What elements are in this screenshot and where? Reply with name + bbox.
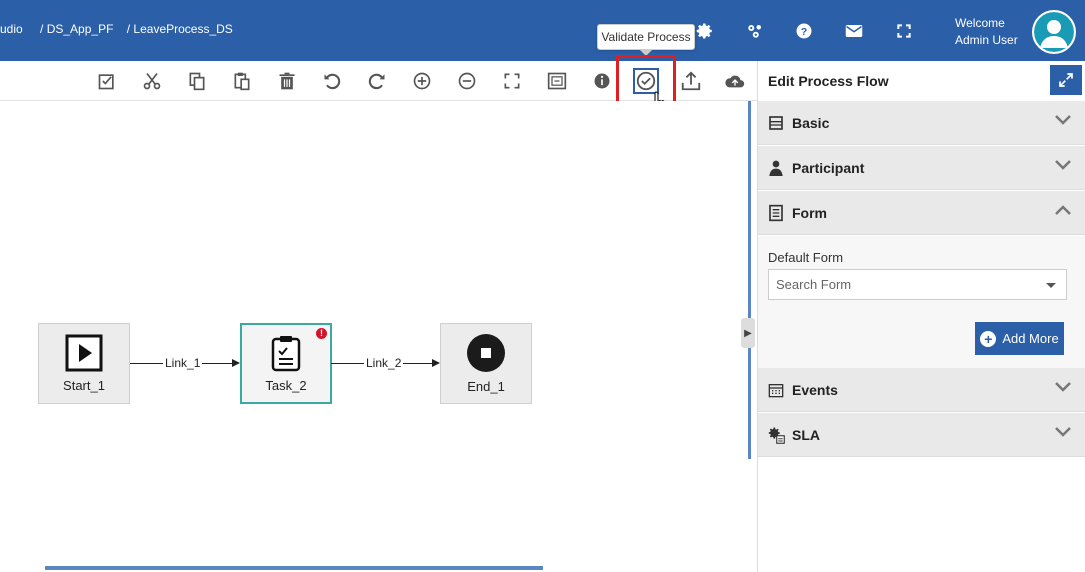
validate-tooltip: Validate Process (597, 24, 695, 50)
gear-icon[interactable] (695, 21, 715, 41)
breadcrumb: udio / DS_App_PF / LeaveProcess_DS (0, 22, 237, 36)
paste-icon[interactable] (229, 68, 255, 94)
delete-icon[interactable] (274, 68, 300, 94)
chevron-down-icon (1054, 158, 1072, 176)
zoom-in-icon[interactable] (409, 68, 435, 94)
breadcrumb-item-process[interactable]: / LeaveProcess_DS (127, 22, 233, 36)
fit-screen-icon[interactable] (499, 68, 525, 94)
edit-process-panel: Edit Process Flow Basic Participant Form… (757, 61, 1085, 572)
mail-icon[interactable] (844, 21, 864, 41)
expand-panel-button[interactable] (1050, 65, 1082, 95)
section-title: Events (792, 381, 838, 398)
select-all-icon[interactable] (94, 68, 120, 94)
upload-icon[interactable] (678, 68, 704, 94)
stop-icon (467, 334, 505, 372)
node-label: End_1 (467, 379, 505, 394)
section-basic[interactable]: Basic (758, 101, 1085, 145)
chevron-up-icon (1054, 203, 1072, 221)
section-title: Participant (792, 159, 865, 176)
play-icon (65, 334, 103, 372)
cut-icon[interactable] (139, 68, 165, 94)
welcome-label: Welcome (955, 16, 1005, 30)
cloud-icon[interactable] (722, 68, 748, 94)
section-events[interactable]: Events (758, 368, 1085, 412)
section-sla[interactable]: SLA (758, 413, 1085, 457)
sla-gear-icon (766, 425, 786, 445)
app-header: udio / DS_App_PF / LeaveProcess_DS ? Wel… (0, 0, 1085, 61)
search-form-select[interactable]: Search Form (768, 269, 1067, 300)
info-icon[interactable] (589, 68, 615, 94)
chevron-down-icon (1054, 425, 1072, 443)
panel-splitter[interactable] (748, 101, 751, 459)
undo-icon[interactable] (319, 68, 345, 94)
diagram-canvas[interactable]: Start_1 Link_1 Task_2 ! Link_2 End_1 (0, 101, 750, 572)
chevron-down-icon (1054, 113, 1072, 131)
link-label: Link_2 (364, 356, 404, 370)
section-participant[interactable]: Participant (758, 146, 1085, 190)
form-icon (766, 203, 786, 223)
section-title: SLA (792, 426, 820, 443)
overview-icon[interactable] (544, 68, 570, 94)
redo-icon[interactable] (364, 68, 390, 94)
horizontal-scrollbar[interactable] (45, 566, 543, 570)
calendar-icon (766, 380, 786, 400)
panel-title: Edit Process Flow (768, 73, 889, 89)
expand-icon (1059, 73, 1073, 87)
node-label: Task_2 (265, 378, 307, 393)
settings-cluster-icon[interactable] (745, 21, 765, 41)
chevron-down-icon (1054, 380, 1072, 398)
fullscreen-icon[interactable] (894, 21, 914, 41)
warning-icon[interactable]: ! (316, 328, 327, 339)
section-title: Basic (792, 114, 830, 131)
add-more-button[interactable]: + Add More (975, 322, 1064, 355)
breadcrumb-item-studio[interactable]: udio (0, 22, 23, 36)
link-arrowhead (232, 359, 240, 367)
link-arrowhead (432, 359, 440, 367)
add-more-label: Add More (1002, 331, 1059, 346)
link-label: Link_1 (163, 356, 203, 370)
task-clipboard-icon (271, 336, 301, 372)
participant-icon (766, 158, 786, 178)
avatar[interactable] (1032, 10, 1076, 54)
breadcrumb-item-app[interactable]: / DS_App_PF (40, 22, 113, 36)
search-form-placeholder: Search Form (776, 277, 852, 292)
collapse-panel-handle[interactable]: ▶ (741, 318, 755, 348)
task-node[interactable]: Task_2 ! (240, 323, 332, 404)
copy-icon[interactable] (184, 68, 210, 94)
section-form[interactable]: Form (758, 191, 1085, 235)
welcome-text: Welcome Admin User (955, 15, 1018, 49)
plus-circle-icon: + (980, 330, 997, 347)
caret-down-icon (1046, 283, 1056, 288)
help-icon[interactable]: ? (794, 21, 814, 41)
user-name: Admin User (955, 33, 1018, 47)
node-label: Start_1 (63, 378, 105, 393)
form-section-body: Default Form Search Form + Add More (758, 236, 1085, 368)
zoom-out-icon[interactable] (454, 68, 480, 94)
start-node[interactable]: Start_1 (38, 323, 130, 404)
section-title: Form (792, 204, 827, 221)
end-node[interactable]: End_1 (440, 323, 532, 404)
basic-icon (766, 113, 786, 133)
svg-text:?: ? (801, 26, 807, 38)
default-form-label: Default Form (768, 250, 844, 265)
